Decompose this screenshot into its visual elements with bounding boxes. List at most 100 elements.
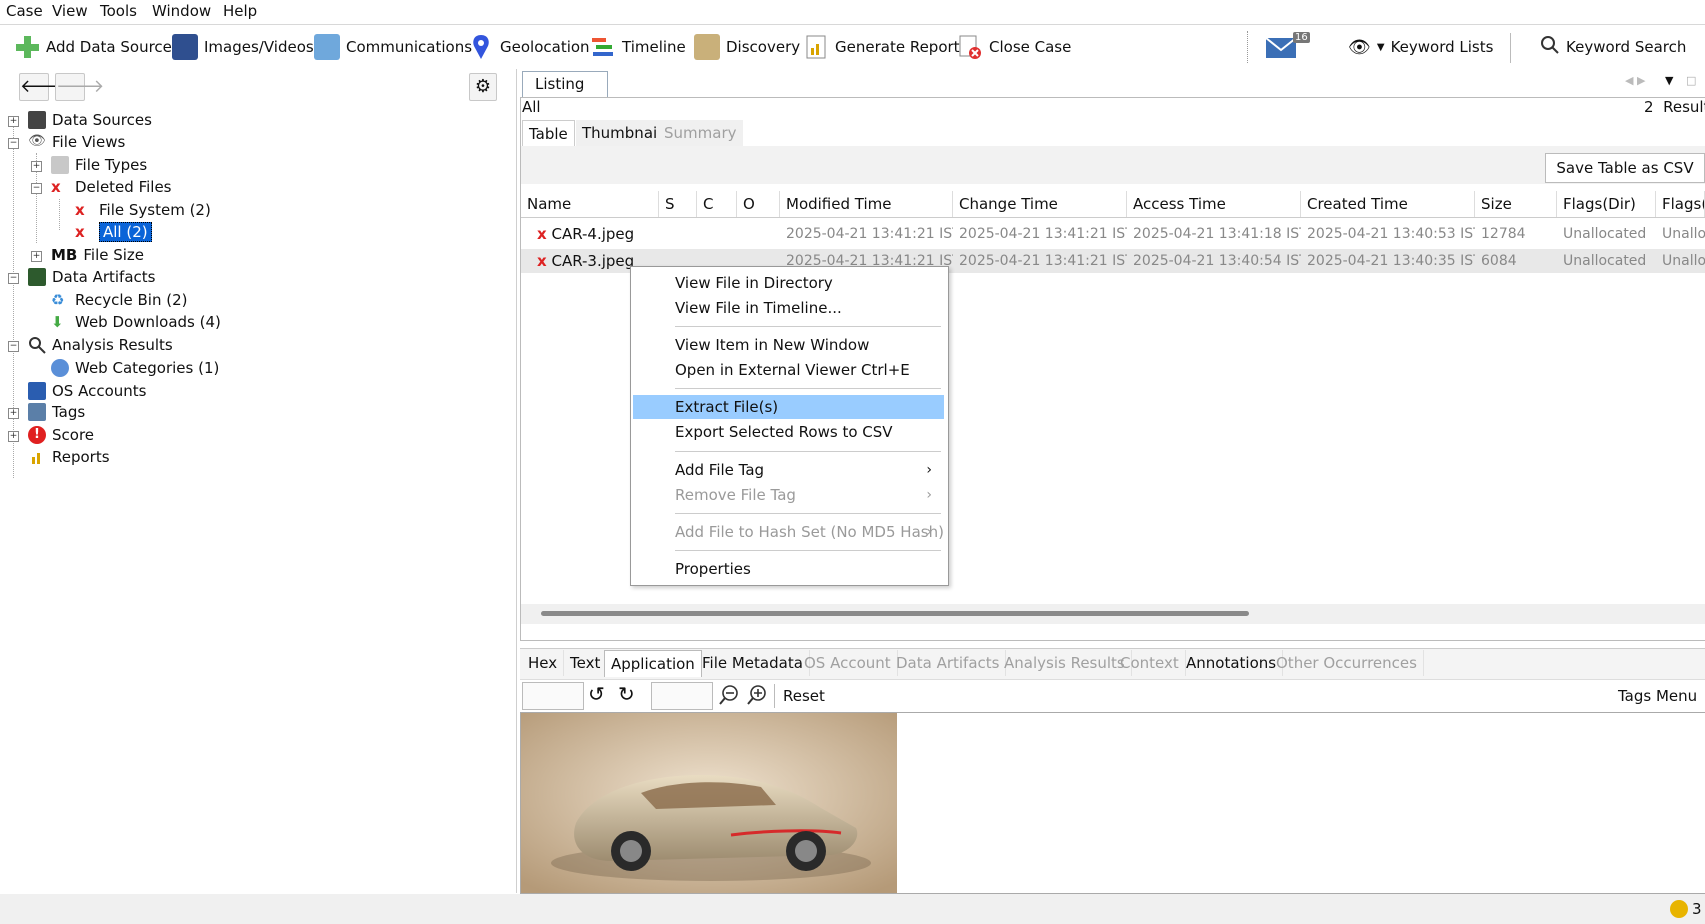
menu-view[interactable]: View bbox=[52, 2, 88, 20]
page-input[interactable] bbox=[522, 682, 584, 710]
column-header-access-time[interactable]: Access Time bbox=[1127, 191, 1301, 217]
listing-nav-arrows[interactable]: ◀ ▶ bbox=[1625, 74, 1645, 87]
column-header-created-time[interactable]: Created Time bbox=[1301, 191, 1475, 217]
tree-item-file-system[interactable]: x File System (2) bbox=[75, 199, 211, 221]
expand-toggle[interactable]: + bbox=[8, 116, 19, 127]
tab-application[interactable]: Application bbox=[604, 650, 702, 677]
tree-item-data-artifacts[interactable]: Data Artifacts bbox=[28, 266, 155, 288]
tab-other-occurrences[interactable]: Other Occurrences bbox=[1270, 650, 1424, 676]
close-case-button[interactable]: Close Case bbox=[957, 31, 1071, 63]
tree-item-all[interactable]: x All (2) bbox=[75, 221, 152, 243]
file-types-icon bbox=[51, 156, 69, 174]
menu-item-add-hash-set[interactable]: Add File to Hash Set (No MD5 Hash) › bbox=[633, 520, 944, 544]
menu-item-remove-file-tag[interactable]: Remove File Tag › bbox=[633, 483, 944, 507]
column-header-flags-dir[interactable]: Flags(Dir) bbox=[1557, 191, 1656, 217]
keyword-search-button[interactable]: Keyword Search bbox=[1540, 31, 1686, 63]
collapse-toggle[interactable]: − bbox=[8, 341, 19, 352]
tab-os-account[interactable]: OS Account bbox=[798, 650, 898, 676]
expand-toggle[interactable]: + bbox=[31, 161, 42, 172]
tab-summary[interactable]: Summary bbox=[658, 120, 743, 146]
tree-item-web-categories[interactable]: Web Categories (1) bbox=[51, 357, 219, 379]
column-header-o[interactable]: O bbox=[737, 191, 780, 217]
menu-item-add-file-tag[interactable]: Add File Tag › bbox=[633, 458, 944, 482]
tree-item-data-sources[interactable]: Data Sources bbox=[28, 109, 152, 131]
tree-item-file-views[interactable]: 👁 File Views bbox=[28, 131, 125, 153]
tree-item-deleted-files[interactable]: x Deleted Files bbox=[51, 176, 172, 198]
tags-menu-button[interactable]: Tags Menu bbox=[1618, 687, 1697, 705]
reset-button[interactable]: Reset bbox=[783, 687, 825, 705]
menu-separator bbox=[675, 451, 941, 452]
rotate-right-icon[interactable]: ↻ bbox=[618, 682, 635, 706]
collapse-toggle[interactable]: − bbox=[31, 183, 42, 194]
forward-button[interactable]: 🡒 bbox=[55, 73, 104, 101]
maximize-icon[interactable]: □ bbox=[1686, 74, 1696, 87]
zoom-out-icon[interactable] bbox=[718, 684, 740, 710]
tab-data-artifacts[interactable]: Data Artifacts bbox=[890, 650, 1007, 676]
expand-toggle[interactable]: + bbox=[31, 251, 42, 262]
tree-item-score[interactable]: ! Score bbox=[28, 424, 94, 446]
timeline-button[interactable]: Timeline bbox=[590, 31, 686, 63]
menu-window[interactable]: Window bbox=[152, 2, 211, 20]
column-header-flags-meta[interactable]: Flags( bbox=[1656, 191, 1705, 217]
menu-tools[interactable]: Tools bbox=[100, 2, 137, 20]
column-header-modified-time[interactable]: Modified Time bbox=[780, 191, 953, 217]
tree-item-file-types[interactable]: File Types bbox=[51, 154, 147, 176]
column-header-change-time[interactable]: Change Time bbox=[953, 191, 1127, 217]
tree-item-analysis-results[interactable]: Analysis Results bbox=[28, 334, 173, 356]
column-header-size[interactable]: Size bbox=[1475, 191, 1557, 217]
communications-button[interactable]: Communications bbox=[314, 31, 472, 63]
tree-item-file-size[interactable]: MB File Size bbox=[51, 244, 144, 266]
tab-file-metadata[interactable]: File Metadata bbox=[696, 650, 810, 676]
add-data-source-button[interactable]: Add Data Source bbox=[14, 31, 172, 63]
zoom-in-icon[interactable] bbox=[746, 684, 768, 710]
expand-toggle[interactable]: + bbox=[8, 431, 19, 442]
listing-dropdown-icon[interactable]: ▼ bbox=[1665, 74, 1673, 87]
images-videos-button[interactable]: Images/Videos bbox=[172, 31, 314, 63]
menu-item-export-rows-csv[interactable]: Export Selected Rows to CSV bbox=[633, 420, 944, 444]
cell-created: 2025-04-21 13:40:35 IST bbox=[1307, 253, 1475, 269]
collapse-toggle[interactable]: − bbox=[8, 273, 19, 284]
tree-item-reports[interactable]: Reports bbox=[28, 446, 110, 468]
menu-item-view-in-timeline[interactable]: View File in Timeline... bbox=[633, 296, 944, 320]
toolbar-separator bbox=[1247, 31, 1249, 63]
column-header-name[interactable]: Name bbox=[521, 191, 659, 217]
tab-thumbnail[interactable]: Thumbnail bbox=[576, 120, 668, 146]
generate-report-button[interactable]: Generate Report bbox=[803, 31, 960, 63]
tree-item-os-accounts[interactable]: OS Accounts bbox=[28, 380, 146, 402]
cell-size: 6084 bbox=[1481, 253, 1517, 269]
tab-text[interactable]: Text bbox=[564, 650, 608, 676]
header-divider bbox=[521, 217, 1705, 218]
column-header-c[interactable]: C bbox=[697, 191, 737, 217]
tab-listing[interactable]: Listing bbox=[522, 71, 608, 98]
notification-icon[interactable] bbox=[1670, 900, 1688, 918]
rotate-left-icon[interactable]: ↺ bbox=[588, 682, 605, 706]
tab-hex[interactable]: Hex bbox=[522, 650, 565, 676]
messages-button[interactable]: 16 bbox=[1265, 31, 1310, 63]
geolocation-button[interactable]: Geolocation bbox=[468, 31, 590, 63]
zoom-input[interactable] bbox=[651, 682, 713, 710]
tab-annotations[interactable]: Annotations bbox=[1180, 650, 1284, 676]
menu-case[interactable]: Case bbox=[6, 2, 43, 20]
menu-item-open-external-viewer[interactable]: Open in External Viewer Ctrl+E bbox=[633, 358, 944, 382]
keyword-lists-button[interactable]: 👁 ▼ Keyword Lists bbox=[1348, 31, 1493, 63]
tab-analysis-results[interactable]: Analysis Results bbox=[998, 650, 1132, 676]
save-table-csv-button[interactable]: Save Table as CSV bbox=[1545, 153, 1705, 183]
tree-settings-button[interactable]: ⚙ bbox=[469, 73, 497, 101]
tree-item-recycle-bin[interactable]: ♻ Recycle Bin (2) bbox=[51, 289, 188, 311]
tree-item-web-downloads[interactable]: ⬇ Web Downloads (4) bbox=[51, 311, 221, 333]
menu-item-view-new-window[interactable]: View Item in New Window bbox=[633, 333, 944, 357]
collapse-toggle[interactable]: − bbox=[8, 138, 19, 149]
expand-toggle[interactable]: + bbox=[8, 408, 19, 419]
menu-help[interactable]: Help bbox=[223, 2, 257, 20]
discovery-button[interactable]: Discovery bbox=[694, 31, 800, 63]
column-header-s[interactable]: S bbox=[659, 191, 697, 217]
tree-item-tags[interactable]: Tags bbox=[28, 401, 85, 423]
back-button[interactable]: 🡐 bbox=[19, 73, 68, 101]
row-name-cell[interactable]: x CAR-4.jpeg bbox=[531, 222, 659, 246]
tab-table[interactable]: Table bbox=[522, 120, 575, 147]
horizontal-scrollbar-thumb[interactable] bbox=[541, 611, 1249, 616]
menu-item-view-in-directory[interactable]: View File in Directory bbox=[633, 271, 944, 295]
tab-context[interactable]: Context bbox=[1114, 650, 1186, 676]
menu-item-properties[interactable]: Properties bbox=[633, 557, 944, 581]
menu-item-extract-files[interactable]: Extract File(s) bbox=[633, 395, 944, 419]
